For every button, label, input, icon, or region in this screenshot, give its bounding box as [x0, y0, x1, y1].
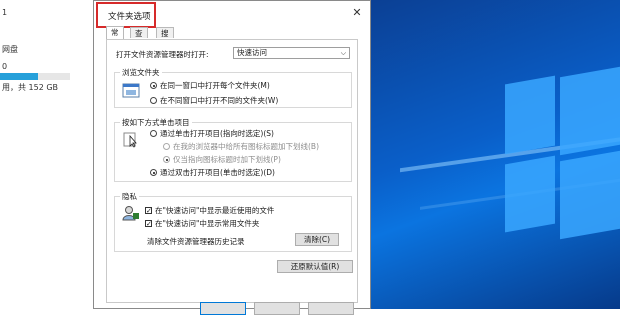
clear-history-label: 清除文件资源管理器历史记录: [147, 237, 245, 246]
radio-same-window[interactable]: 在同一窗口中打开每个文件夹(M): [150, 80, 270, 91]
radio-single-click[interactable]: 通过单击打开项目(指向时选定)(S): [150, 128, 274, 139]
browse-folders-group: 浏览文件夹 在同一窗口中打开每个文件夹(M) 在不同窗口中打开不同的文件夹(W): [114, 67, 352, 108]
explorer-text: 0: [2, 62, 8, 71]
radio-label: 在我的浏览器中给所有图标标题加下划线(B): [173, 142, 319, 151]
folder-options-dialog: 文件夹选项 ✕ 常规 查看 搜索 打开文件资源管理器时打开: 快速访问 ⌵ 浏览…: [93, 0, 371, 315]
storage-bar-remainder: [38, 73, 70, 80]
checkbox-box: ✓: [145, 220, 152, 228]
radio-underline-always[interactable]: 在我的浏览器中给所有图标标题加下划线(B): [163, 141, 319, 152]
radio-label: 仅当指向图标标题时加下划线(P): [173, 155, 281, 164]
checkbox-label: 在"快速访问"中显示最近使用的文件: [155, 206, 275, 215]
radio-label: 在不同窗口中打开不同的文件夹(W): [160, 96, 279, 105]
radio-label: 在同一窗口中打开每个文件夹(M): [160, 81, 270, 90]
open-explorer-value: 快速访问: [237, 48, 267, 57]
restore-defaults-button[interactable]: 还原默认值(R): [277, 260, 353, 273]
privacy-group: 隐私 ✓ 在"快速访问"中显示最近使用的文件 ✓ 在"快速访问"中显示常用文件夹…: [114, 191, 352, 252]
open-explorer-label: 打开文件资源管理器时打开:: [116, 50, 209, 59]
folder-window-icon: [122, 83, 140, 98]
general-tab-panel: 打开文件资源管理器时打开: 快速访问 ⌵ 浏览文件夹 在同一窗口中打开每个文件夹…: [106, 39, 358, 303]
radio-dot: [163, 156, 170, 163]
radio-dot: [150, 97, 157, 104]
storage-usage-bar: [0, 73, 38, 80]
checkbox-label: 在"快速访问"中显示常用文件夹: [155, 219, 260, 228]
tab-search[interactable]: 搜索: [156, 27, 174, 49]
radio-dot: [150, 169, 157, 176]
checkbox-recent-files[interactable]: ✓ 在"快速访问"中显示最近使用的文件: [145, 205, 274, 216]
click-items-group: 按如下方式单击项目 通过单击打开项目(指向时选定)(S) 在我的浏览器中给所有图…: [114, 117, 352, 182]
storage-caption: 用，共 152 GB: [2, 83, 59, 92]
tab-general[interactable]: 常规: [106, 26, 124, 48]
group-title: 隐私: [120, 191, 139, 202]
desktop-wallpaper: [360, 0, 620, 309]
cursor-click-icon: [123, 132, 137, 148]
group-title: 浏览文件夹: [120, 67, 162, 78]
group-title: 按如下方式单击项目: [120, 117, 192, 128]
checkbox-frequent-folders[interactable]: ✓ 在"快速访问"中显示常用文件夹: [145, 218, 259, 229]
explorer-text: 网盘: [2, 45, 18, 54]
dialog-titlebar: 文件夹选项 ✕: [94, 1, 370, 28]
radio-dot: [150, 130, 157, 137]
chevron-down-icon: ⌵: [340, 49, 346, 57]
open-explorer-select[interactable]: 快速访问 ⌵: [233, 47, 350, 59]
explorer-text: 1: [2, 8, 8, 17]
radio-new-window[interactable]: 在不同窗口中打开不同的文件夹(W): [150, 95, 278, 106]
clear-history-button[interactable]: 清除(C): [295, 233, 339, 246]
radio-underline-hover[interactable]: 仅当指向图标标题时加下划线(P): [163, 154, 281, 165]
radio-dot: [163, 143, 170, 150]
close-button[interactable]: ✕: [350, 6, 364, 20]
radio-double-click[interactable]: 通过双击打开项目(单击时选定)(D): [150, 167, 275, 178]
radio-label: 通过单击打开项目(指向时选定)(S): [160, 129, 274, 138]
title-highlight-box: [96, 2, 156, 28]
privacy-icon: [122, 206, 139, 221]
checkbox-box: ✓: [145, 207, 152, 215]
radio-label: 通过双击打开项目(单击时选定)(D): [160, 168, 275, 177]
radio-dot: [150, 82, 157, 89]
tab-view[interactable]: 查看: [130, 27, 148, 49]
